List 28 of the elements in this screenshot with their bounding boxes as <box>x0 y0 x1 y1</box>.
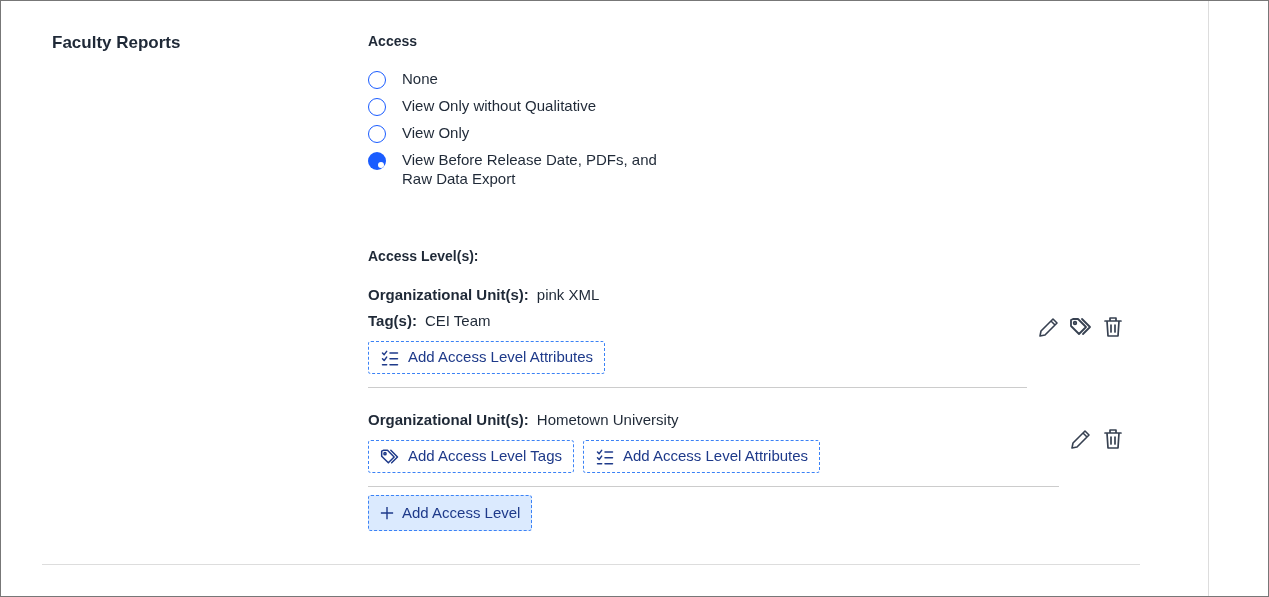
trash-icon[interactable] <box>1101 314 1125 339</box>
field-label: Organizational Unit(s): <box>368 285 529 304</box>
radio-option[interactable]: None <box>368 69 1125 89</box>
field-value: Hometown University <box>536 410 679 429</box>
section-title: Faculty Reports <box>52 32 182 54</box>
field-value: CEI Team <box>424 311 491 330</box>
radio-label: View Only without Qualitative <box>402 96 596 115</box>
radio-unselected[interactable] <box>368 71 386 89</box>
add-tags-button[interactable]: Add Access Level Tags <box>368 440 574 473</box>
access-levels-label: Access Level(s): <box>368 247 480 266</box>
radio-label: None <box>402 69 438 88</box>
add-attributes-button[interactable]: Add Access Level Attributes <box>583 440 821 473</box>
add-access-level-button[interactable]: Add Access Level <box>368 495 533 531</box>
radio-selected[interactable] <box>368 152 386 170</box>
radio-unselected[interactable] <box>368 125 386 143</box>
radio-option[interactable]: View Only <box>368 123 1125 143</box>
add-attributes-button[interactable]: Add Access Level Attributes <box>368 341 606 374</box>
radio-unselected[interactable] <box>368 98 386 116</box>
trash-icon[interactable] <box>1101 426 1125 451</box>
radio-label: View Before Release Date, PDFs, and Raw Data Export <box>402 150 658 188</box>
plus-icon <box>380 506 394 520</box>
field-value: pink XML <box>536 285 600 304</box>
field-label: Tag(s): <box>368 311 417 330</box>
radio-option[interactable]: View Only without Qualitative <box>368 96 1125 116</box>
access-label: Access <box>368 32 419 51</box>
field-label: Organizational Unit(s): <box>368 410 529 429</box>
radio-label: View Only <box>402 123 470 142</box>
radio-option[interactable]: View Before Release Date, PDFs, and Raw Data Export <box>368 150 1125 188</box>
